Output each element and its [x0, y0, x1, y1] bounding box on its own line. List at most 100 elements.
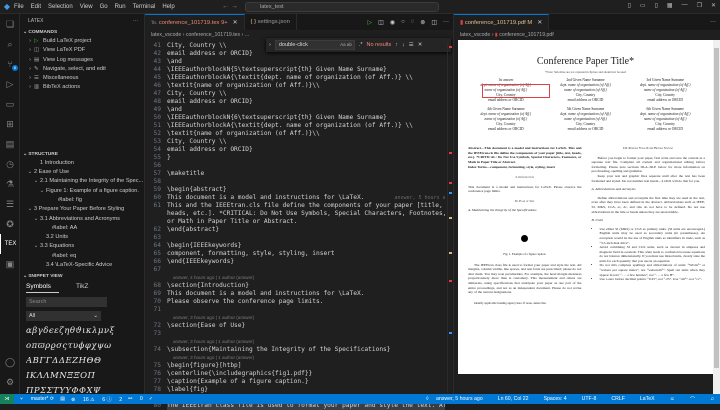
close-window-button[interactable]: ✕: [711, 2, 716, 9]
remote-explorer-icon[interactable]: ▭: [0, 94, 20, 114]
codelens-blame[interactable]: answer, 3 hours ago | 1 author (answer): [145, 314, 445, 322]
code-line[interactable]: 56: [145, 162, 445, 170]
settings-gear-icon[interactable]: ⚙: [0, 372, 20, 392]
accounts-icon[interactable]: ◯: [0, 352, 20, 372]
maximize-button[interactable]: ❐: [697, 2, 702, 9]
sidebar-command-item[interactable]: ›✎Navigate, select, and edit: [20, 65, 144, 74]
extension-icon[interactable]: ✪: [0, 214, 20, 234]
encoding[interactable]: UTF-8: [582, 396, 597, 403]
structure-item[interactable]: 3.4 \LaTeX-Specific Advice: [20, 261, 144, 270]
code-line[interactable]: 75\begin{figure}[htbp]: [145, 362, 445, 370]
code-line[interactable]: 43\and: [145, 58, 445, 66]
toggle-secondary-sidebar-icon[interactable]: ▯: [655, 2, 658, 9]
code-line[interactable]: 59\begin{abstract}: [145, 186, 445, 194]
menu-item-help[interactable]: Help: [162, 4, 174, 10]
code-line[interactable]: 53City, Country \\: [145, 138, 445, 146]
code-line[interactable]: 78\label{fig}: [145, 386, 445, 394]
todo-icon[interactable]: ☰: [0, 194, 20, 214]
build-run-icon[interactable]: ▷: [368, 19, 373, 26]
latex-workshop-icon[interactable]: TEX: [0, 234, 20, 254]
structure-item[interactable]: #label: eq: [20, 252, 144, 261]
explorer-icon[interactable]: ❏: [0, 14, 20, 34]
nav-arrows[interactable]: ← →: [222, 3, 238, 10]
code-line[interactable]: 54email address or ORCID}: [145, 146, 445, 154]
symbol-search-input[interactable]: Search: [26, 297, 107, 307]
ports-indicator[interactable]: ⚯ 0: [128, 396, 143, 402]
code-line[interactable]: 62\end{abstract}: [145, 226, 445, 234]
menu-item-terminal[interactable]: Terminal: [133, 4, 156, 10]
structure-item[interactable]: #label: AA: [20, 224, 144, 233]
toggle-replace-icon[interactable]: ›: [269, 42, 271, 48]
snippet-view-header[interactable]: ⌄ SNIPPET VIEW: [20, 272, 144, 281]
sidebar-command-item[interactable]: ›◫View LaTeX PDF: [20, 46, 144, 55]
compare-icon[interactable]: ◉: [390, 19, 395, 26]
more-actions-icon[interactable]: ···: [710, 19, 716, 25]
symbol-row[interactable]: ΙΚΛΛΜΝΞΞΟΠ: [26, 369, 138, 384]
latex-build-icon[interactable]: ▤: [60, 396, 65, 402]
sync-icon[interactable]: ⌒: [690, 396, 695, 403]
branch-indicator[interactable]: ⑂ master* ⟳: [20, 396, 54, 402]
code-line[interactable]: or Math in Paper Title or Abstract.: [145, 218, 445, 226]
split-editor-icon[interactable]: ◫: [431, 19, 437, 26]
code-line[interactable]: 58: [145, 178, 445, 186]
code-line[interactable]: 48email address or ORCID}: [145, 98, 445, 106]
code-line[interactable]: 60This document is a model and instructi…: [145, 194, 445, 202]
sidebar-command-item[interactable]: ›☰Miscellaneous: [20, 74, 144, 83]
language-mode[interactable]: LaTeX: [640, 396, 655, 403]
cursor-position[interactable]: Ln 60, Col 22: [498, 396, 529, 403]
code-line[interactable]: 45\IEEEauthorblockA{\textit{dept. name o…: [145, 74, 445, 82]
breadcrumb-folder[interactable]: latex_vscode: [460, 32, 490, 38]
code-line[interactable]: 67: [145, 266, 445, 274]
menu-item-go[interactable]: Go: [100, 4, 108, 10]
structure-item[interactable]: ⌄2 Ease of Use: [20, 168, 144, 177]
code-line[interactable]: 50\IEEEauthorblockN{6\textsuperscript{th…: [145, 114, 445, 122]
structure-item[interactable]: ⌄3.1 Abbreviations and Acronyms: [20, 215, 144, 224]
code-line[interactable]: 55}: [145, 154, 445, 162]
breadcrumb-symbol[interactable]: ...: [245, 32, 249, 38]
close-tab-icon[interactable]: ✕: [537, 20, 542, 26]
more-actions-icon[interactable]: ···: [443, 19, 449, 25]
previous-match-icon[interactable]: ↑: [395, 42, 398, 48]
tab-conference-pdf[interactable]: ▮ conference_101719.pdf M✕: [454, 14, 549, 30]
tab-conference-tex[interactable]: ℡ conference_101719.tex 9+✕: [145, 14, 245, 30]
view-pdf-icon[interactable]: ◫: [378, 19, 384, 26]
menu-item-file[interactable]: File: [14, 4, 24, 10]
timeline-icon[interactable]: ◷: [0, 154, 20, 174]
structure-item[interactable]: ⌄3 Prepare Your Paper Before Styling: [20, 205, 144, 214]
tab-symbols[interactable]: Symbols: [26, 281, 59, 293]
code-line[interactable]: 51\IEEEauthorblockA{\textit{dept. name o…: [145, 122, 445, 130]
source-control-icon[interactable]: ⑂6: [0, 54, 20, 74]
tab-tikz[interactable]: TikZ: [76, 281, 88, 293]
prev-change-icon[interactable]: ○: [401, 19, 405, 25]
code-line[interactable]: 46\textit{name of organization (of Aff.)…: [145, 82, 445, 90]
command-center-search[interactable]: latex_test: [245, 2, 439, 12]
symbol-row[interactable]: ΑΒΓΓΔΔΕΖΗΘΘ: [26, 354, 138, 369]
breadcrumb-folder[interactable]: latex_vscode: [151, 32, 181, 38]
menu-item-run[interactable]: Run: [115, 4, 126, 10]
code-line[interactable]: 77\caption{Example of a figure caption.}: [145, 378, 445, 386]
structure-item[interactable]: ⌄3.3 Equations: [20, 242, 144, 251]
structure-section-header[interactable]: ⌄ STRUCTURE: [20, 150, 144, 159]
menu-item-selection[interactable]: Selection: [48, 4, 73, 10]
commands-section-header[interactable]: ⌄ COMMANDS: [20, 28, 144, 37]
extensions-icon[interactable]: ⊞: [0, 114, 20, 134]
menu-item-view[interactable]: View: [80, 4, 93, 10]
toggle-sidebar-icon[interactable]: ▯: [628, 2, 631, 9]
next-change-icon[interactable]: ◌: [411, 19, 415, 25]
structure-item[interactable]: ⌄2.1 Maintaining the Integrity of the Sp…: [20, 177, 144, 186]
copilot-icon[interactable]: ☺: [670, 396, 675, 403]
pdf-scroll-thumb[interactable]: [714, 48, 719, 368]
tab-settings-json[interactable]: { } settings.json: [245, 14, 297, 30]
check-icon[interactable]: ✓: [149, 396, 153, 402]
code-line[interactable]: 73: [145, 330, 445, 338]
line-ending[interactable]: CRLF: [611, 396, 625, 403]
code-line[interactable]: 57\maketitle: [145, 170, 445, 178]
minimize-button[interactable]: —: [682, 2, 688, 9]
code-line[interactable]: 49\and: [145, 106, 445, 114]
symbol-row[interactable]: αβγδϵεζηθϑικλμνξ: [26, 324, 138, 339]
structure-item[interactable]: ⌄Figure 1: Example of a figure caption.: [20, 187, 144, 196]
sidebar-command-item[interactable]: ›▷Build LaTeX project: [20, 37, 144, 46]
customize-layout-icon[interactable]: ▦: [667, 2, 673, 9]
code-line[interactable]: 66\end{IEEEkeywords}: [145, 258, 445, 266]
chat-icon[interactable]: ▣: [0, 254, 20, 274]
